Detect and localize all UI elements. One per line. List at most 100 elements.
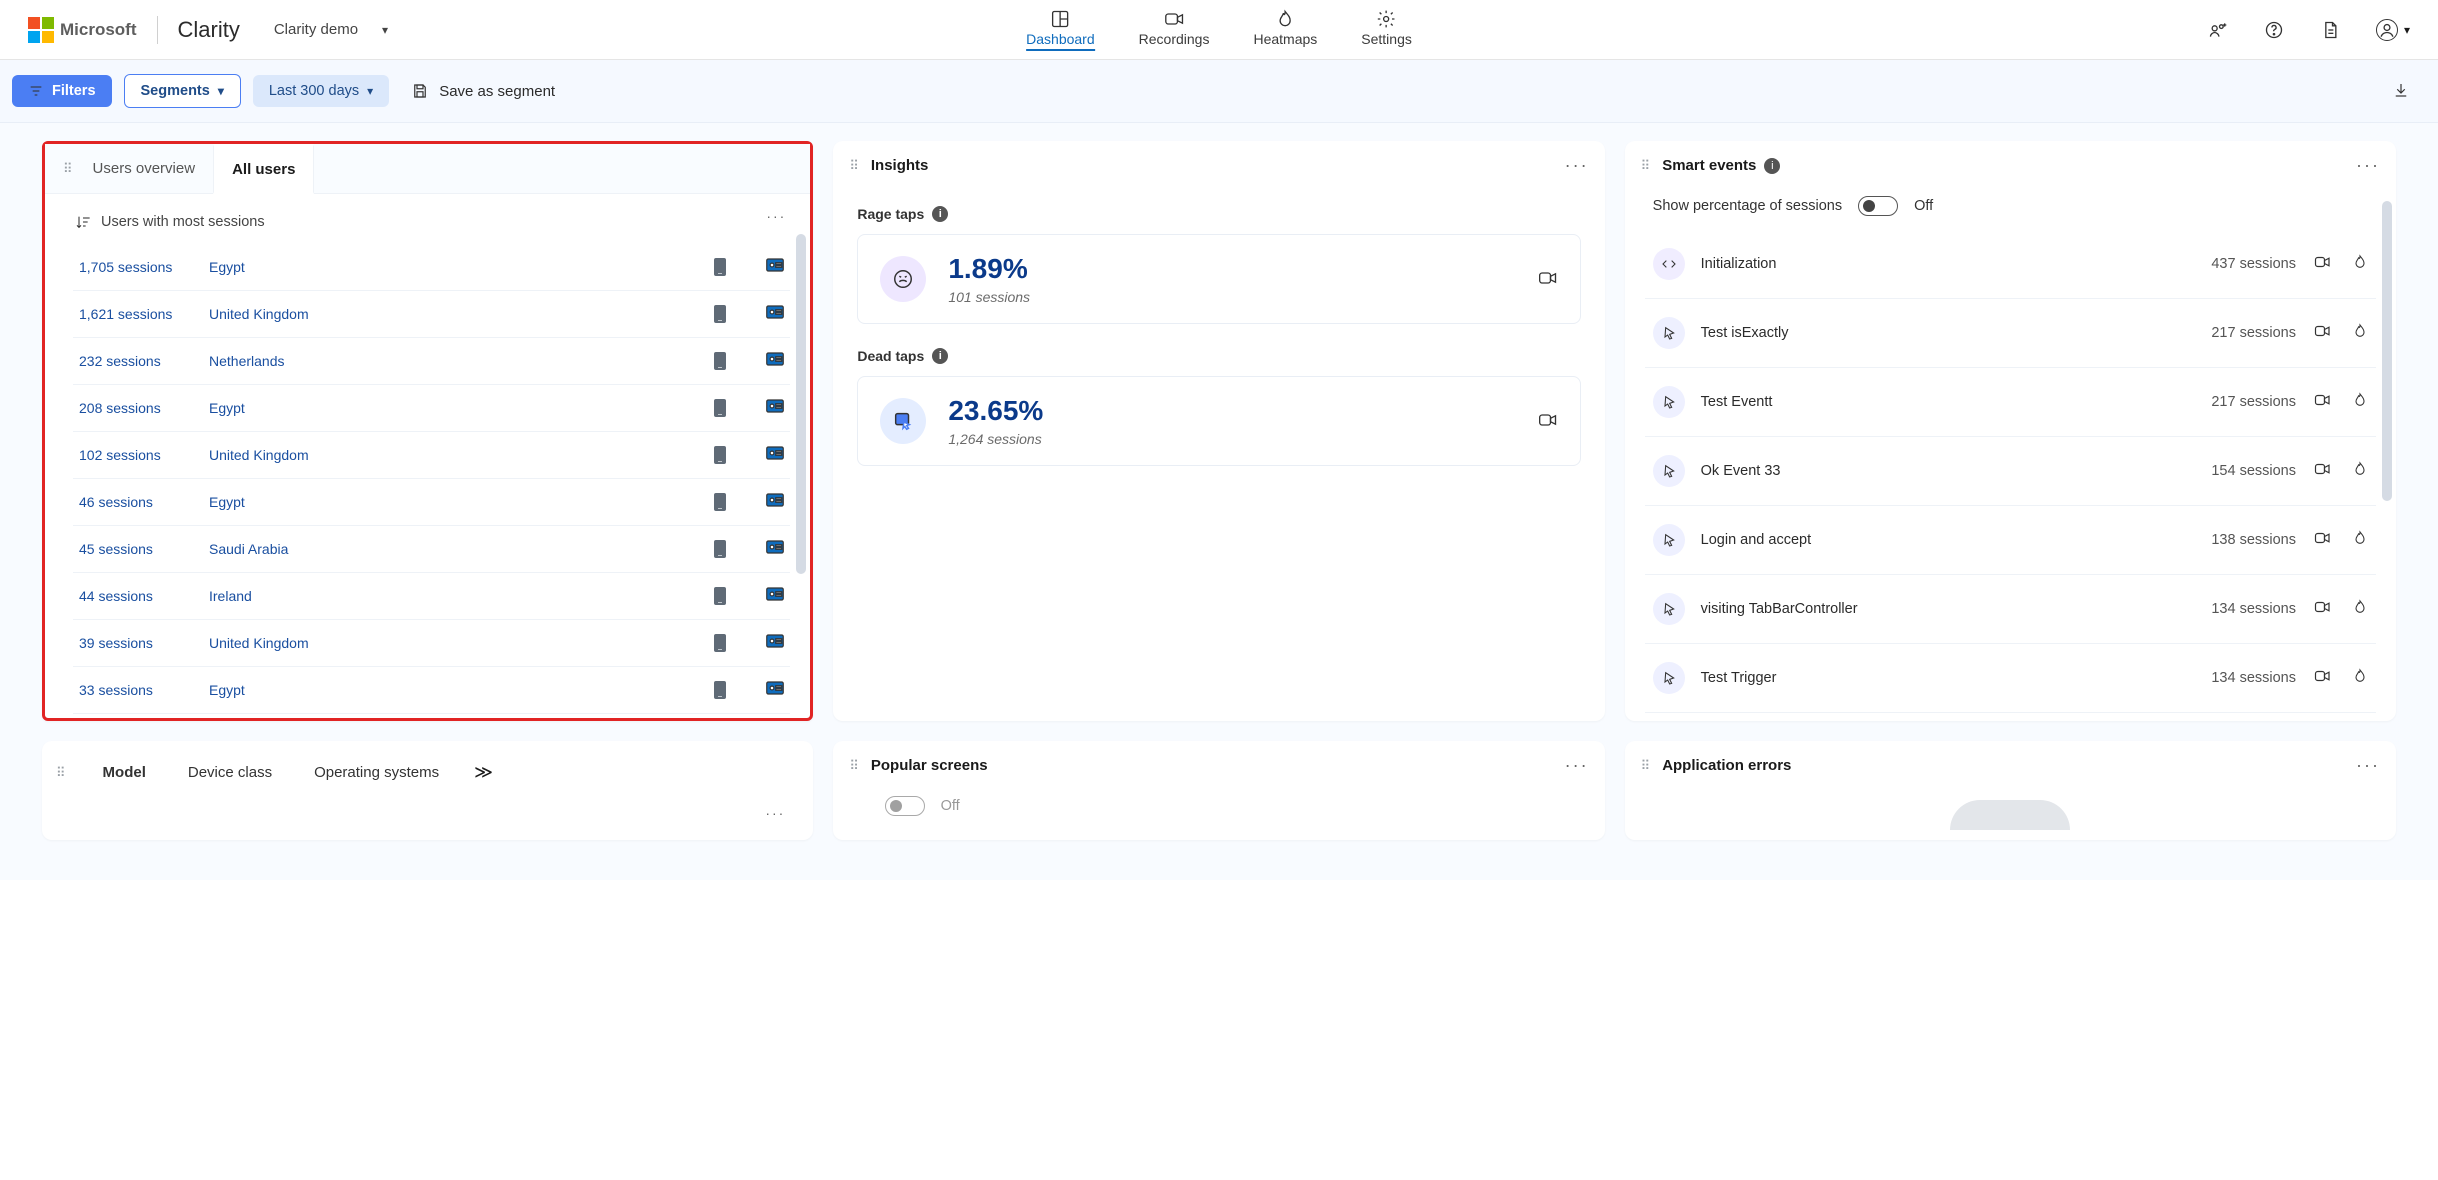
video-icon[interactable] (2314, 322, 2332, 344)
phone-icon (714, 399, 726, 417)
users-list: 1,705 sessionsEgypt1,621 sessionsUnited … (45, 240, 810, 714)
team-icon[interactable] (2208, 20, 2228, 40)
flame-icon[interactable] (2352, 529, 2368, 551)
drag-handle-icon[interactable]: ⠿ (1641, 758, 1653, 774)
save-as-segment-button[interactable]: Save as segment (411, 82, 555, 100)
insights-card: ⠿ Insights ··· Rage taps i 1.89% 101 ses… (833, 141, 1604, 721)
flame-icon[interactable] (2352, 667, 2368, 689)
smart-event-row[interactable]: Test Trigger134 sessions (1645, 644, 2376, 713)
video-icon[interactable] (2314, 460, 2332, 482)
flame-icon[interactable] (2352, 322, 2368, 344)
dead-taps-box[interactable]: 23.65% 1,264 sessions (857, 376, 1580, 466)
id-card-icon[interactable] (766, 305, 784, 323)
scrollbar[interactable] (796, 234, 806, 574)
user-row[interactable]: 46 sessionsEgypt (73, 479, 790, 526)
event-name: Test Eventt (1701, 394, 2212, 410)
percentage-toggle[interactable] (885, 796, 925, 816)
id-card-icon[interactable] (766, 634, 784, 652)
percentage-toggle[interactable] (1858, 196, 1898, 216)
smart-event-row[interactable]: Test isExactly217 sessions (1645, 299, 2376, 368)
id-card-icon[interactable] (766, 587, 784, 605)
card-menu[interactable]: ··· (1565, 755, 1589, 776)
video-icon[interactable] (2314, 391, 2332, 413)
tabs-overflow[interactable]: ≫ (464, 756, 503, 789)
user-row[interactable]: 1,705 sessionsEgypt (73, 244, 790, 291)
event-name: Test Trigger (1701, 670, 2212, 686)
flame-icon[interactable] (2352, 391, 2368, 413)
user-row[interactable]: 102 sessionsUnited Kingdom (73, 432, 790, 479)
event-count: 437 sessions (2211, 256, 2296, 272)
user-country: Egypt (209, 682, 714, 698)
smart-event-row[interactable]: Initialization437 sessions (1645, 230, 2376, 299)
download-button[interactable] (2392, 81, 2426, 102)
daterange-button[interactable]: Last 300 days ▾ (253, 75, 389, 107)
help-icon[interactable] (2264, 20, 2284, 40)
smart-event-row[interactable]: Login and accept138 sessions (1645, 506, 2376, 575)
video-icon[interactable] (2314, 667, 2332, 689)
flame-icon[interactable] (2352, 598, 2368, 620)
tab-all-users[interactable]: All users (213, 144, 314, 194)
id-card-icon[interactable] (766, 258, 784, 276)
nav-settings[interactable]: Settings (1361, 9, 1412, 51)
smart-event-row[interactable]: visiting TabBarController134 sessions (1645, 575, 2376, 644)
tab-users-overview[interactable]: ⠿ Users overview (45, 144, 213, 193)
user-row[interactable]: 45 sessionsSaudi Arabia (73, 526, 790, 573)
user-menu[interactable]: ▾ (2376, 19, 2410, 41)
filters-button[interactable]: Filters (12, 75, 112, 107)
chevron-down-icon: ▾ (2404, 23, 2410, 37)
id-card-icon[interactable] (766, 681, 784, 699)
chevron-down-icon: ▾ (382, 23, 388, 37)
microsoft-logo-icon (28, 17, 54, 43)
nav-dashboard[interactable]: Dashboard (1026, 9, 1095, 51)
id-card-icon[interactable] (766, 446, 784, 464)
project-selector[interactable]: Clarity demo ▾ (274, 21, 388, 38)
info-icon[interactable]: i (1764, 158, 1780, 174)
smart-event-row[interactable]: Test Eventt217 sessions (1645, 368, 2376, 437)
card-menu[interactable]: ··· (765, 805, 785, 821)
user-row[interactable]: 44 sessionsIreland (73, 573, 790, 620)
nav-label: Heatmaps (1253, 31, 1317, 47)
user-row[interactable]: 33 sessionsEgypt (73, 667, 790, 714)
id-card-icon[interactable] (766, 493, 784, 511)
user-sessions: 1,705 sessions (79, 259, 209, 275)
user-row[interactable]: 1,621 sessionsUnited Kingdom (73, 291, 790, 338)
gear-icon (1377, 9, 1397, 29)
nav-recordings[interactable]: Recordings (1139, 9, 1210, 51)
phone-icon (714, 352, 726, 370)
nav-heatmaps[interactable]: Heatmaps (1253, 9, 1317, 51)
drag-handle-icon[interactable]: ⠿ (56, 765, 68, 781)
video-icon[interactable] (2314, 529, 2332, 551)
drag-handle-icon[interactable]: ⠿ (1641, 158, 1653, 174)
scrollbar[interactable] (2382, 201, 2392, 501)
rage-taps-box[interactable]: 1.89% 101 sessions (857, 234, 1580, 324)
toggle-state: Off (941, 798, 960, 814)
card-menu[interactable]: ··· (2356, 155, 2380, 176)
video-icon[interactable] (2314, 598, 2332, 620)
drag-handle-icon[interactable]: ⠿ (63, 161, 75, 177)
card-menu[interactable]: ··· (2356, 755, 2380, 776)
card-menu[interactable]: ··· (766, 208, 786, 224)
tab-model[interactable]: Model (86, 753, 163, 792)
popular-screens-card: ⠿ Popular screens ··· x Off (833, 741, 1604, 840)
smart-event-row[interactable]: Ok Event 33154 sessions (1645, 437, 2376, 506)
drag-handle-icon[interactable]: ⠿ (849, 758, 861, 774)
card-menu[interactable]: ··· (1565, 155, 1589, 176)
id-card-icon[interactable] (766, 352, 784, 370)
tab-device-class[interactable]: Device class (171, 753, 289, 792)
user-row[interactable]: 39 sessionsUnited Kingdom (73, 620, 790, 667)
segments-button[interactable]: Segments ▾ (124, 74, 241, 108)
tab-operating-systems[interactable]: Operating systems (297, 753, 456, 792)
video-icon[interactable] (2314, 253, 2332, 275)
document-icon[interactable] (2320, 20, 2340, 40)
info-icon[interactable]: i (932, 206, 948, 222)
video-icon[interactable] (1538, 268, 1558, 291)
id-card-icon[interactable] (766, 540, 784, 558)
flame-icon[interactable] (2352, 460, 2368, 482)
video-icon[interactable] (1538, 410, 1558, 433)
info-icon[interactable]: i (932, 348, 948, 364)
flame-icon[interactable] (2352, 253, 2368, 275)
drag-handle-icon[interactable]: ⠿ (849, 158, 861, 174)
id-card-icon[interactable] (766, 399, 784, 417)
user-row[interactable]: 232 sessionsNetherlands (73, 338, 790, 385)
user-row[interactable]: 208 sessionsEgypt (73, 385, 790, 432)
